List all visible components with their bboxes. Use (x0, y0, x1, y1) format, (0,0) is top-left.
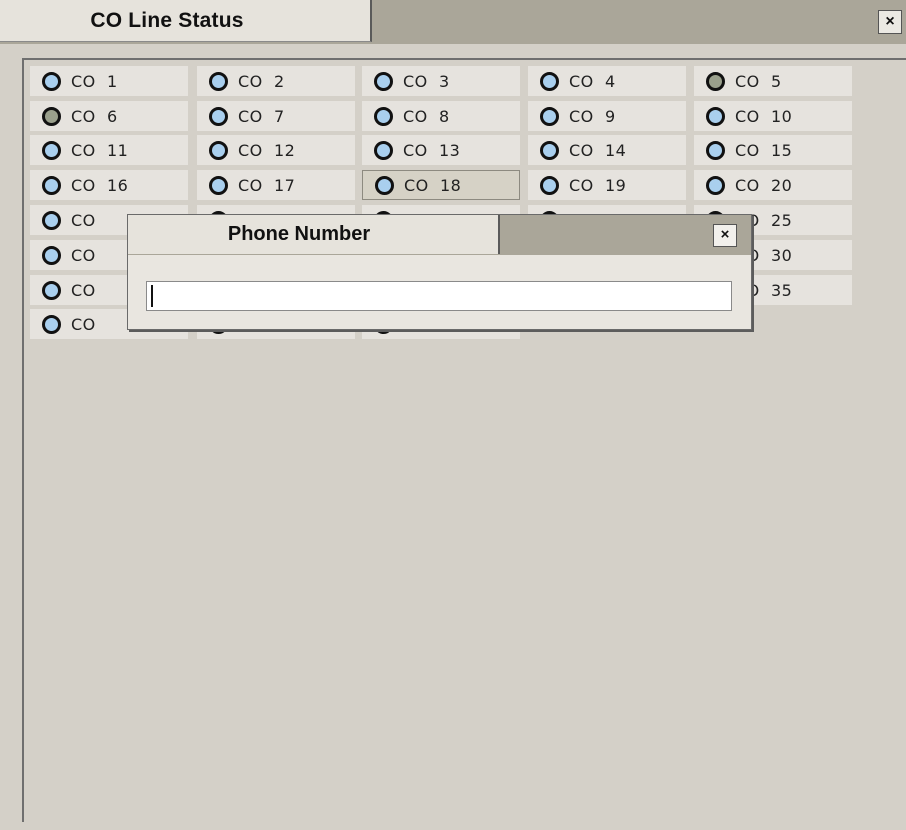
line-status-led-icon (706, 71, 725, 91)
co-line-label: CO (71, 314, 96, 334)
dialog-title: Phone Number (227, 223, 371, 245)
co-line-button[interactable]: CO 19 (528, 170, 686, 200)
co-line-label: CO (71, 280, 96, 300)
co-line-label: CO 13 (403, 140, 461, 160)
line-status-led-icon (209, 175, 228, 195)
co-line-label: CO 17 (238, 175, 296, 195)
line-status-led-icon (540, 140, 559, 160)
line-status-led-icon (42, 175, 61, 195)
co-line-label: CO 7 (238, 106, 285, 126)
co-line-button[interactable]: CO 18 (362, 170, 520, 200)
co-line-button[interactable]: CO 11 (30, 135, 188, 165)
co-line-label: CO 8 (403, 106, 450, 126)
co-line-label: CO 11 (71, 140, 129, 160)
co-line-label: CO 19 (569, 175, 627, 195)
co-line-label: CO 4 (569, 71, 616, 91)
co-line-label: CO (71, 210, 96, 230)
line-status-led-icon (706, 106, 725, 126)
co-line-label: CO 16 (71, 175, 129, 195)
line-status-led-icon (209, 140, 228, 160)
co-line-button[interactable]: CO 7 (197, 101, 355, 131)
line-status-led-icon (706, 140, 725, 160)
co-line-status-window: CO Line Status × CO 1 CO 2 CO 3 CO 4 CO 5 CO … (0, 0, 906, 830)
line-status-led-icon (209, 71, 228, 91)
dialog-close-button[interactable]: × (713, 224, 737, 247)
line-status-led-icon (375, 175, 394, 195)
line-status-led-icon (42, 210, 61, 230)
co-line-label: CO 1 (71, 71, 118, 91)
text-caret (151, 285, 153, 307)
line-status-led-icon (374, 140, 393, 160)
co-line-label: CO 15 (735, 140, 793, 160)
co-line-label: CO 3 (403, 71, 450, 91)
line-status-led-icon (209, 106, 228, 126)
line-status-led-icon (540, 175, 559, 195)
co-line-button[interactable]: CO 2 (197, 66, 355, 96)
co-line-label: CO (71, 245, 96, 265)
co-line-button[interactable]: CO 6 (30, 101, 188, 131)
co-line-label: CO 18 (404, 175, 462, 195)
line-status-led-icon (42, 314, 61, 334)
co-line-button[interactable]: CO 10 (694, 101, 852, 131)
line-status-led-icon (42, 71, 61, 91)
co-line-button[interactable]: CO 1 (30, 66, 188, 96)
co-line-button[interactable]: CO 20 (694, 170, 852, 200)
phone-number-dialog: Phone Number × (127, 214, 752, 330)
co-line-button[interactable]: CO 12 (197, 135, 355, 165)
co-line-label: CO 20 (735, 175, 793, 195)
co-line-button[interactable]: CO 4 (528, 66, 686, 96)
co-line-button[interactable]: CO 9 (528, 101, 686, 131)
co-line-button[interactable]: CO 15 (694, 135, 852, 165)
line-status-led-icon (374, 71, 393, 91)
line-status-led-icon (42, 140, 61, 160)
co-line-button[interactable]: CO 14 (528, 135, 686, 165)
line-status-led-icon (42, 280, 61, 300)
co-line-button[interactable]: CO 5 (694, 66, 852, 96)
line-status-led-icon (42, 245, 61, 265)
co-line-label: CO 12 (238, 140, 296, 160)
window-title-tab[interactable]: CO Line Status (0, 0, 372, 42)
co-line-label: CO 10 (735, 106, 793, 126)
window-close-button[interactable]: × (878, 10, 902, 34)
line-status-led-icon (374, 106, 393, 126)
line-status-led-icon (540, 106, 559, 126)
line-status-led-icon (540, 71, 559, 91)
line-status-led-icon (706, 175, 725, 195)
phone-number-input[interactable] (146, 281, 732, 311)
line-status-led-icon (42, 106, 61, 126)
co-line-label: CO 2 (238, 71, 285, 91)
co-line-button[interactable]: CO 3 (362, 66, 520, 96)
co-line-button[interactable]: CO 17 (197, 170, 355, 200)
window-title: CO Line Status (90, 8, 244, 32)
dialog-title-tab[interactable]: Phone Number (128, 215, 500, 254)
co-line-label: CO 14 (569, 140, 627, 160)
co-line-button[interactable]: CO 13 (362, 135, 520, 165)
co-line-button[interactable]: CO 8 (362, 101, 520, 131)
co-line-label: CO 9 (569, 106, 616, 126)
co-line-label: CO 5 (735, 71, 782, 91)
co-line-button[interactable]: CO 16 (30, 170, 188, 200)
co-line-label: CO 6 (71, 106, 118, 126)
